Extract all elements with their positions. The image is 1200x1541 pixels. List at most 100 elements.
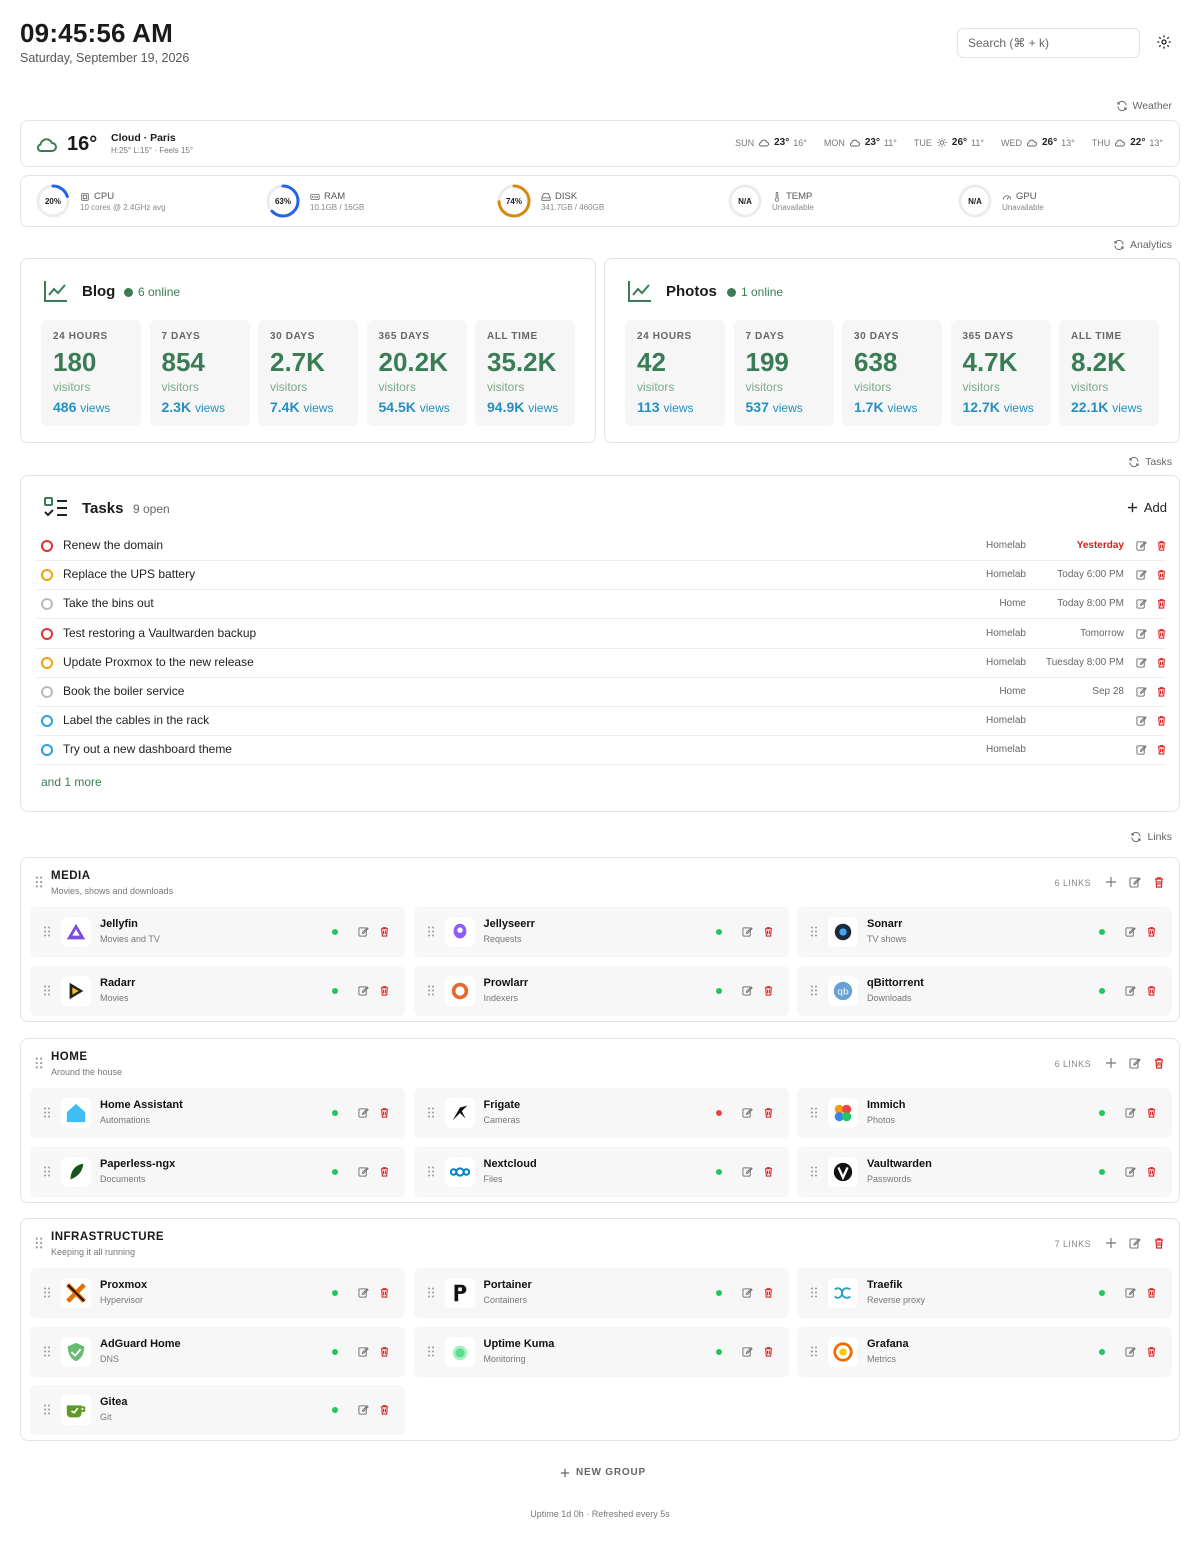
edit-icon[interactable]	[1136, 598, 1147, 609]
task-checkbox[interactable]	[41, 744, 53, 757]
trash-icon[interactable]	[763, 1107, 774, 1118]
search-input[interactable]	[957, 28, 1140, 58]
edit-icon[interactable]	[1136, 628, 1147, 639]
trash-icon[interactable]	[1146, 985, 1157, 996]
trash-icon[interactable]	[1153, 1237, 1165, 1249]
drag-handle-icon[interactable]	[427, 926, 434, 937]
trash-icon[interactable]	[1156, 598, 1167, 610]
link-tile[interactable]: Gitea Git	[30, 1385, 405, 1435]
trash-icon[interactable]	[763, 1287, 774, 1298]
trash-icon[interactable]	[1156, 715, 1167, 726]
more-tasks-link[interactable]: and 1 more	[41, 775, 102, 789]
task-checkbox[interactable]	[41, 598, 53, 611]
edit-icon[interactable]	[358, 1107, 369, 1118]
task-row[interactable]: Test restoring a Vaultwarden backup Homel…	[35, 620, 1166, 649]
task-checkbox[interactable]	[41, 569, 53, 582]
edit-icon[interactable]	[1136, 686, 1147, 697]
link-tile[interactable]: Vaultwarden Passwords	[797, 1146, 1172, 1197]
weather-refresh[interactable]: Weather	[1116, 100, 1172, 112]
drag-handle-icon[interactable]	[427, 1287, 434, 1298]
edit-icon[interactable]	[1136, 715, 1147, 726]
edit-icon[interactable]	[358, 1404, 369, 1415]
edit-icon[interactable]	[358, 1166, 369, 1177]
trash-icon[interactable]	[763, 1166, 774, 1177]
trash-icon[interactable]	[1146, 1107, 1157, 1118]
drag-handle-icon[interactable]	[44, 1166, 50, 1177]
drag-handle-icon[interactable]	[35, 876, 43, 888]
task-checkbox[interactable]	[41, 686, 53, 698]
task-row[interactable]: Update Proxmox to the new release Homelab…	[35, 649, 1166, 678]
trash-icon[interactable]	[763, 926, 774, 937]
drag-handle-icon[interactable]	[44, 926, 50, 937]
trash-icon[interactable]	[1153, 1057, 1165, 1069]
task-checkbox[interactable]	[41, 540, 53, 552]
add-task-button[interactable]: Add	[1127, 500, 1167, 515]
link-tile[interactable]: Jellyfin Movies and TV	[30, 907, 405, 957]
plus-icon[interactable]	[1105, 1237, 1117, 1249]
trash-icon[interactable]	[1156, 569, 1167, 580]
trash-icon[interactable]	[1146, 926, 1157, 937]
drag-handle-icon[interactable]	[811, 985, 817, 996]
link-tile[interactable]: AdGuard Home DNS	[30, 1326, 405, 1377]
trash-icon[interactable]	[1156, 657, 1167, 668]
trash-icon[interactable]	[763, 985, 774, 996]
edit-icon[interactable]	[741, 1346, 753, 1357]
trash-icon[interactable]	[379, 1346, 390, 1357]
edit-icon[interactable]	[741, 1287, 753, 1298]
task-checkbox[interactable]	[41, 715, 53, 728]
edit-icon[interactable]	[1136, 569, 1147, 580]
edit-icon[interactable]	[741, 985, 753, 996]
task-row[interactable]: Take the bins out Home Today 8:00 PM	[35, 590, 1167, 620]
plus-icon[interactable]	[1105, 1057, 1117, 1069]
edit-icon[interactable]	[358, 1346, 369, 1357]
task-row[interactable]: Replace the UPS battery Homelab Today 6:00…	[35, 561, 1167, 591]
drag-handle-icon[interactable]	[44, 1287, 50, 1298]
edit-icon[interactable]	[1125, 1287, 1136, 1298]
trash-icon[interactable]	[379, 926, 390, 937]
drag-handle-icon[interactable]	[44, 1346, 50, 1357]
link-tile[interactable]: Portainer Containers	[413, 1268, 789, 1318]
link-tile[interactable]: Sonarr TV shows	[797, 907, 1172, 957]
trash-icon[interactable]	[1146, 1287, 1157, 1298]
trash-icon[interactable]	[763, 1346, 774, 1357]
drag-handle-icon[interactable]	[44, 1107, 50, 1118]
trash-icon[interactable]	[1156, 686, 1167, 697]
link-tile[interactable]: Traefik Reverse proxy	[797, 1268, 1172, 1318]
trash-icon[interactable]	[379, 1166, 390, 1177]
link-tile[interactable]: Nextcloud Files	[413, 1146, 789, 1197]
drag-handle-icon[interactable]	[811, 1346, 817, 1357]
link-tile[interactable]: Home Assistant Automations	[30, 1088, 405, 1138]
drag-handle-icon[interactable]	[811, 1287, 817, 1298]
edit-icon[interactable]	[1129, 1237, 1141, 1249]
link-tile[interactable]: Uptime Kuma Monitoring	[413, 1326, 789, 1377]
edit-icon[interactable]	[1125, 1166, 1136, 1177]
drag-handle-icon[interactable]	[44, 985, 50, 996]
trash-icon[interactable]	[1153, 876, 1165, 888]
drag-handle-icon[interactable]	[427, 1166, 434, 1177]
drag-handle-icon[interactable]	[427, 1107, 434, 1118]
links-refresh[interactable]: Links	[1130, 831, 1172, 843]
task-row[interactable]: Book the boiler service Home Sep 28	[35, 678, 1166, 707]
trash-icon[interactable]	[379, 1404, 390, 1415]
link-tile[interactable]: Immich Photos	[797, 1088, 1172, 1138]
edit-icon[interactable]	[358, 926, 369, 937]
trash-icon[interactable]	[379, 1287, 390, 1298]
new-group-button[interactable]: NEW GROUP	[560, 1467, 646, 1478]
task-checkbox[interactable]	[41, 627, 53, 640]
link-tile[interactable]: Grafana Metrics	[797, 1326, 1172, 1377]
drag-handle-icon[interactable]	[35, 1057, 43, 1069]
trash-icon[interactable]	[1146, 1346, 1157, 1357]
link-tile[interactable]: Proxmox Hypervisor	[30, 1268, 405, 1318]
trash-icon[interactable]	[379, 1107, 390, 1118]
task-row[interactable]: Try out a new dashboard theme Homelab	[35, 736, 1166, 766]
drag-handle-icon[interactable]	[811, 1166, 817, 1177]
trash-icon[interactable]	[1156, 540, 1167, 551]
analytics-refresh[interactable]: Analytics	[1113, 239, 1172, 251]
edit-icon[interactable]	[1125, 1346, 1136, 1357]
edit-icon[interactable]	[1129, 876, 1141, 888]
edit-icon[interactable]	[741, 1107, 753, 1118]
edit-icon[interactable]	[1136, 744, 1147, 755]
link-tile[interactable]: Prowlarr Indexers	[413, 965, 789, 1016]
drag-handle-icon[interactable]	[427, 985, 434, 996]
edit-icon[interactable]	[1129, 1057, 1141, 1069]
